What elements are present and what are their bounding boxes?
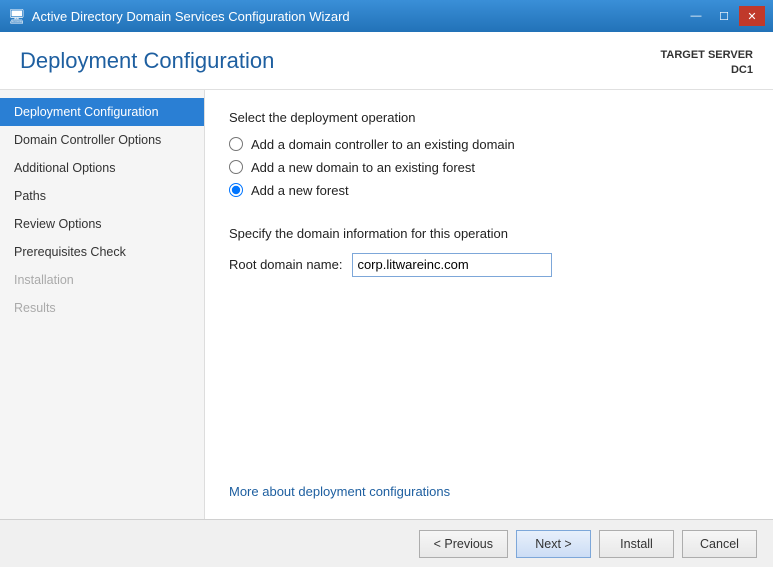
- install-button[interactable]: Install: [599, 530, 674, 558]
- radio-group: Add a domain controller to an existing d…: [229, 137, 749, 198]
- root-domain-row: Root domain name:: [229, 253, 749, 277]
- previous-button[interactable]: < Previous: [419, 530, 508, 558]
- sidebar: Deployment Configuration Domain Controll…: [0, 90, 205, 519]
- sidebar-item-results: Results: [0, 294, 204, 322]
- minimize-button[interactable]: —: [683, 6, 709, 26]
- sidebar-item-paths[interactable]: Paths: [0, 182, 204, 210]
- root-domain-label: Root domain name:: [229, 257, 342, 272]
- root-domain-input[interactable]: [352, 253, 552, 277]
- radio-add-existing[interactable]: Add a domain controller to an existing d…: [229, 137, 749, 152]
- sidebar-item-deployment-configuration[interactable]: Deployment Configuration: [0, 98, 204, 126]
- main-content: Select the deployment operation Add a do…: [205, 90, 773, 519]
- footer: < Previous Next > Install Cancel: [0, 519, 773, 567]
- title-bar-text: Active Directory Domain Services Configu…: [32, 9, 350, 24]
- content-area: Deployment Configuration Domain Controll…: [0, 90, 773, 519]
- more-info-link[interactable]: More about deployment configurations: [229, 468, 749, 499]
- main-content-inner: Select the deployment operation Add a do…: [229, 110, 749, 499]
- target-server-label: TARGET SERVER: [661, 48, 754, 63]
- close-button[interactable]: ✕: [739, 6, 765, 26]
- title-bar: 🖥 Active Directory Domain Services Confi…: [0, 0, 773, 32]
- domain-info-section: Specify the domain information for this …: [229, 226, 749, 277]
- sidebar-item-installation: Installation: [0, 266, 204, 294]
- main-container: Deployment Configuration TARGET SERVER D…: [0, 32, 773, 567]
- app-icon: 🖥: [8, 8, 26, 25]
- target-server-name: DC1: [661, 63, 754, 78]
- target-server: TARGET SERVER DC1: [661, 48, 754, 79]
- cancel-button[interactable]: Cancel: [682, 530, 757, 558]
- page-title: Deployment Configuration: [20, 48, 274, 74]
- sidebar-item-prerequisites-check[interactable]: Prerequisites Check: [0, 238, 204, 266]
- radio-add-forest-input[interactable]: [229, 183, 243, 197]
- sidebar-item-review-options[interactable]: Review Options: [0, 210, 204, 238]
- radio-add-forest[interactable]: Add a new forest: [229, 183, 749, 198]
- maximize-button[interactable]: ☐: [711, 6, 737, 26]
- next-button[interactable]: Next >: [516, 530, 591, 558]
- deployment-operation-label: Select the deployment operation: [229, 110, 749, 125]
- domain-info-label: Specify the domain information for this …: [229, 226, 749, 241]
- header: Deployment Configuration TARGET SERVER D…: [0, 32, 773, 90]
- radio-add-domain-input[interactable]: [229, 160, 243, 174]
- sidebar-item-domain-controller-options[interactable]: Domain Controller Options: [0, 126, 204, 154]
- radio-add-domain[interactable]: Add a new domain to an existing forest: [229, 160, 749, 175]
- window-controls: — ☐ ✕: [683, 6, 765, 26]
- sidebar-item-additional-options[interactable]: Additional Options: [0, 154, 204, 182]
- radio-add-existing-input[interactable]: [229, 137, 243, 151]
